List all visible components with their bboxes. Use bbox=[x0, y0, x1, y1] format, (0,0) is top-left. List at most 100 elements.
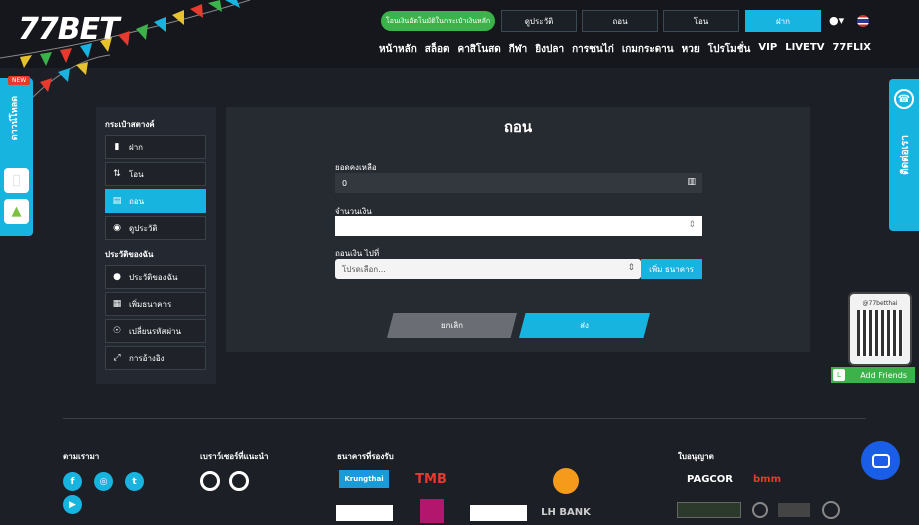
account-sidebar: กระเป๋าสตางค์ ▮ ฝาก ⇅ โอน ▤ ถอน ◉ ดูประว… bbox=[96, 107, 216, 384]
license-badge-4 bbox=[822, 501, 840, 519]
withdraw-icon: ▤ bbox=[112, 196, 122, 206]
sidebar-item-referral[interactable]: ⤢ การอ้างอิง bbox=[105, 346, 206, 370]
chat-icon bbox=[871, 453, 890, 468]
chrome-icon[interactable] bbox=[200, 471, 220, 491]
bank-logo-6 bbox=[420, 499, 444, 523]
submit-button[interactable]: ส่ง bbox=[519, 313, 650, 338]
firefox-icon[interactable] bbox=[229, 471, 249, 491]
download-tab[interactable]: NEW ดาวน์โหลด  ▲ bbox=[0, 76, 33, 236]
sidebar-item-label: ถอน bbox=[129, 196, 145, 206]
nav-slots[interactable]: สล็อต bbox=[425, 42, 450, 57]
user-icon: ● bbox=[113, 272, 121, 282]
contact-tab[interactable]: ☎ ติดต่อเรา bbox=[889, 79, 919, 231]
sidebar-item-change-password[interactable]: ☉ เปลี่ยนรหัสผ่าน bbox=[105, 319, 206, 343]
apple-icon[interactable]:  bbox=[4, 168, 29, 193]
add-friends-button[interactable]: L Add Friends bbox=[831, 367, 915, 383]
wallet-icon: ▮ bbox=[114, 142, 120, 152]
banks-heading: ธนาคารที่รองรับ bbox=[337, 452, 394, 461]
transfer-button[interactable]: โอน bbox=[663, 10, 739, 32]
browser-heading: เบราว์เซอร์ที่แนะนำ bbox=[200, 452, 269, 461]
sidebar-item-label: โอน bbox=[129, 169, 144, 179]
history-icon: ◉ bbox=[113, 223, 121, 233]
line-icon: L bbox=[833, 369, 845, 381]
cancel-button[interactable]: ยกเลิก bbox=[387, 313, 517, 338]
sidebar-item-label: การอ้างอิง bbox=[129, 353, 165, 363]
android-icon[interactable]: ▲ bbox=[4, 199, 29, 224]
auto-withdraw-button[interactable]: โอนเงินอัตโนมัติในกระเป๋าเงินหลัก bbox=[381, 11, 495, 31]
add-bank-button[interactable]: เพิ่ม ธนาคาร bbox=[641, 259, 702, 279]
select-arrows-icon: ⇕ bbox=[627, 263, 635, 273]
bank-select-value: โปรดเลือก... bbox=[342, 264, 386, 274]
follow-heading: ตามเรามา bbox=[63, 452, 100, 461]
pagcor-logo: PAGCOR bbox=[687, 473, 733, 485]
deposit-button[interactable]: ฝาก bbox=[745, 10, 821, 32]
balance-value: 0 bbox=[342, 178, 348, 188]
bank-icon: ▦ bbox=[112, 299, 122, 309]
live-chat-button[interactable] bbox=[861, 441, 900, 480]
coin-icon: ▥ bbox=[687, 177, 696, 187]
krungthai-bank-logo: Krungthai bbox=[339, 470, 389, 488]
nav-livetv[interactable]: LIVETV bbox=[785, 42, 824, 57]
whatsapp-icon: ☎ bbox=[894, 89, 914, 109]
bank-logo-7 bbox=[470, 505, 527, 521]
sidebar-item-withdraw[interactable]: ▤ ถอน bbox=[105, 189, 206, 213]
sidebar-item-deposit[interactable]: ▮ ฝาก bbox=[105, 135, 206, 159]
sidebar-item-label: ฝาก bbox=[129, 142, 144, 152]
history-button[interactable]: ดูประวัติ bbox=[501, 10, 577, 32]
nav-lottery[interactable]: หวย bbox=[682, 42, 700, 57]
lh-bank-logo: LH BANK bbox=[541, 506, 591, 518]
transfer-icon: ⇅ bbox=[113, 169, 121, 179]
nav-live-casino[interactable]: คาสิโนสด bbox=[458, 42, 501, 57]
license-heading: ใบอนุญาต bbox=[678, 452, 714, 461]
nav-promotions[interactable]: โปรโมชั่น bbox=[708, 42, 751, 57]
facebook-icon[interactable]: f bbox=[63, 472, 82, 491]
license-badge-2 bbox=[752, 502, 768, 518]
line-handle: @77betthai bbox=[862, 300, 898, 307]
main-nav: หน้าหลัก สล็อต คาสิโนสด กีฬา ยิงปลา การช… bbox=[379, 42, 871, 57]
bank-select[interactable]: โปรดเลือก... ⇕ bbox=[335, 259, 641, 279]
amount-input[interactable]: ⇕ bbox=[335, 216, 702, 236]
sidebar-item-add-bank[interactable]: ▦ เพิ่มธนาคาร bbox=[105, 292, 206, 316]
brand-logo[interactable]: 77BET bbox=[18, 12, 120, 47]
sidebar-item-label: เพิ่มธนาคาร bbox=[129, 299, 172, 309]
page-title: ถอน bbox=[503, 118, 533, 136]
lock-icon: ☉ bbox=[112, 326, 122, 336]
nav-fishing[interactable]: ยิงปลา bbox=[535, 42, 564, 57]
bmm-logo: bmm bbox=[753, 473, 781, 485]
qr-code bbox=[857, 310, 903, 356]
download-label: ดาวน์โหลด bbox=[10, 96, 20, 141]
bank-logo-5 bbox=[336, 505, 393, 521]
wallet-heading: กระเป๋าสตางค์ bbox=[105, 120, 155, 129]
sidebar-item-label: ประวัติของฉัน bbox=[129, 272, 178, 282]
nav-home[interactable]: หน้าหลัก bbox=[379, 42, 417, 57]
nav-cockfight[interactable]: การชนไก่ bbox=[572, 42, 614, 57]
verified-secured-badge bbox=[677, 502, 741, 518]
line-qr-card[interactable]: @77betthai bbox=[848, 292, 912, 366]
nav-vip[interactable]: VIP bbox=[758, 42, 777, 57]
add-friends-label: Add Friends bbox=[860, 370, 907, 380]
contact-label: ติดต่อเรา bbox=[900, 135, 911, 175]
instagram-icon[interactable]: ◎ bbox=[94, 472, 113, 491]
nav-sports[interactable]: กีฬา bbox=[509, 42, 528, 57]
youtube-icon[interactable]: ▶ bbox=[63, 495, 82, 514]
sidebar-item-label: เปลี่ยนรหัสผ่าน bbox=[129, 326, 181, 336]
bank-logo-4 bbox=[553, 468, 579, 494]
user-menu-icon[interactable]: ●▾ bbox=[829, 14, 844, 27]
sidebar-item-transfer[interactable]: ⇅ โอน bbox=[105, 162, 206, 186]
twitter-icon[interactable]: t bbox=[125, 472, 144, 491]
thai-flag-icon[interactable] bbox=[857, 15, 869, 27]
share-icon: ⤢ bbox=[113, 353, 121, 363]
tmb-bank-logo: TMB bbox=[415, 471, 447, 487]
footer-divider bbox=[63, 418, 866, 419]
withdraw-button[interactable]: ถอน bbox=[582, 10, 658, 32]
new-badge: NEW bbox=[8, 76, 31, 85]
bank-logo-3 bbox=[470, 470, 526, 488]
nav-77flix[interactable]: 77FLIX bbox=[832, 42, 871, 57]
profile-heading: ประวัติของฉัน bbox=[105, 250, 154, 259]
nav-board-games[interactable]: เกมกระดาน bbox=[622, 42, 674, 57]
stepper-icon[interactable]: ⇕ bbox=[688, 220, 696, 230]
license-badge-3 bbox=[778, 503, 810, 517]
sidebar-item-profile[interactable]: ● ประวัติของฉัน bbox=[105, 265, 206, 289]
sidebar-item-history[interactable]: ◉ ดูประวัติ bbox=[105, 216, 206, 240]
balance-field: 0 ▥ bbox=[335, 173, 702, 193]
